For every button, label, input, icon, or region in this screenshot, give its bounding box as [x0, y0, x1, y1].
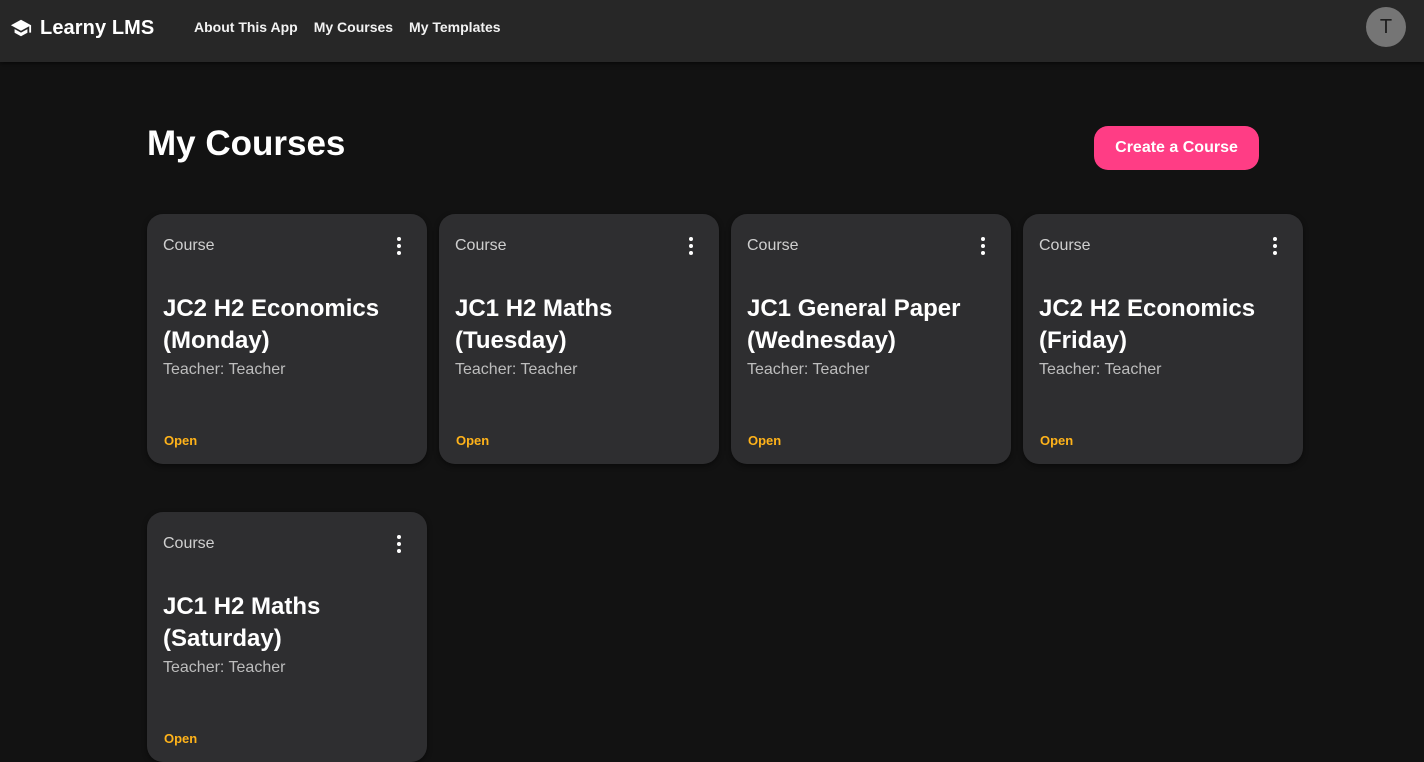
- brand[interactable]: Learny LMS: [10, 0, 154, 56]
- main-nav: About This App My Courses My Templates: [194, 0, 501, 54]
- open-course-link[interactable]: Open: [157, 433, 204, 448]
- course-card[interactable]: Course JC1 General Paper (Wednesday) Tea…: [731, 214, 1011, 464]
- card-type-label: Course: [163, 237, 215, 254]
- more-vert-icon[interactable]: [1263, 234, 1287, 258]
- open-course-link[interactable]: Open: [449, 433, 496, 448]
- card-type-label: Course: [1039, 237, 1091, 254]
- more-vert-icon[interactable]: [971, 234, 995, 258]
- course-title: JC1 H2 Maths (Tuesday): [455, 295, 613, 354]
- course-title: JC2 H2 Economics (Friday): [1039, 295, 1256, 354]
- nav-my-templates[interactable]: My Templates: [409, 19, 501, 35]
- open-course-link[interactable]: Open: [1033, 433, 1080, 448]
- more-vert-icon[interactable]: [679, 234, 703, 258]
- user-avatar[interactable]: T: [1366, 7, 1406, 47]
- top-app-bar: Learny LMS About This App My Courses My …: [0, 0, 1424, 62]
- course-title: JC1 H2 Maths (Saturday): [163, 593, 321, 652]
- course-card[interactable]: Course JC1 H2 Maths (Saturday) Teacher: …: [147, 512, 427, 762]
- card-type-label: Course: [455, 237, 507, 254]
- course-card[interactable]: Course JC2 H2 Economics (Monday) Teacher…: [147, 214, 427, 464]
- course-card[interactable]: Course JC2 H2 Economics (Friday) Teacher…: [1023, 214, 1303, 464]
- more-vert-icon[interactable]: [387, 234, 411, 258]
- nav-my-courses[interactable]: My Courses: [314, 19, 393, 35]
- create-course-button[interactable]: Create a Course: [1094, 126, 1259, 170]
- page-title: My Courses: [147, 124, 346, 163]
- course-grid: Course JC2 H2 Economics (Monday) Teacher…: [147, 214, 1303, 762]
- more-vert-icon[interactable]: [387, 532, 411, 556]
- course-teacher: Teacher: Teacher: [455, 361, 578, 378]
- nav-about-this-app[interactable]: About This App: [194, 19, 298, 35]
- open-course-link[interactable]: Open: [157, 731, 204, 746]
- course-teacher: Teacher: Teacher: [163, 361, 286, 378]
- course-title: JC1 General Paper (Wednesday): [747, 295, 961, 354]
- course-card[interactable]: Course JC1 H2 Maths (Tuesday) Teacher: T…: [439, 214, 719, 464]
- graduation-cap-icon: [10, 19, 32, 37]
- course-title: JC2 H2 Economics (Monday): [163, 295, 380, 354]
- card-type-label: Course: [163, 535, 215, 552]
- course-teacher: Teacher: Teacher: [747, 361, 870, 378]
- card-type-label: Course: [747, 237, 799, 254]
- app-title: Learny LMS: [40, 16, 155, 39]
- course-teacher: Teacher: Teacher: [163, 659, 286, 676]
- course-teacher: Teacher: Teacher: [1039, 361, 1162, 378]
- open-course-link[interactable]: Open: [741, 433, 788, 448]
